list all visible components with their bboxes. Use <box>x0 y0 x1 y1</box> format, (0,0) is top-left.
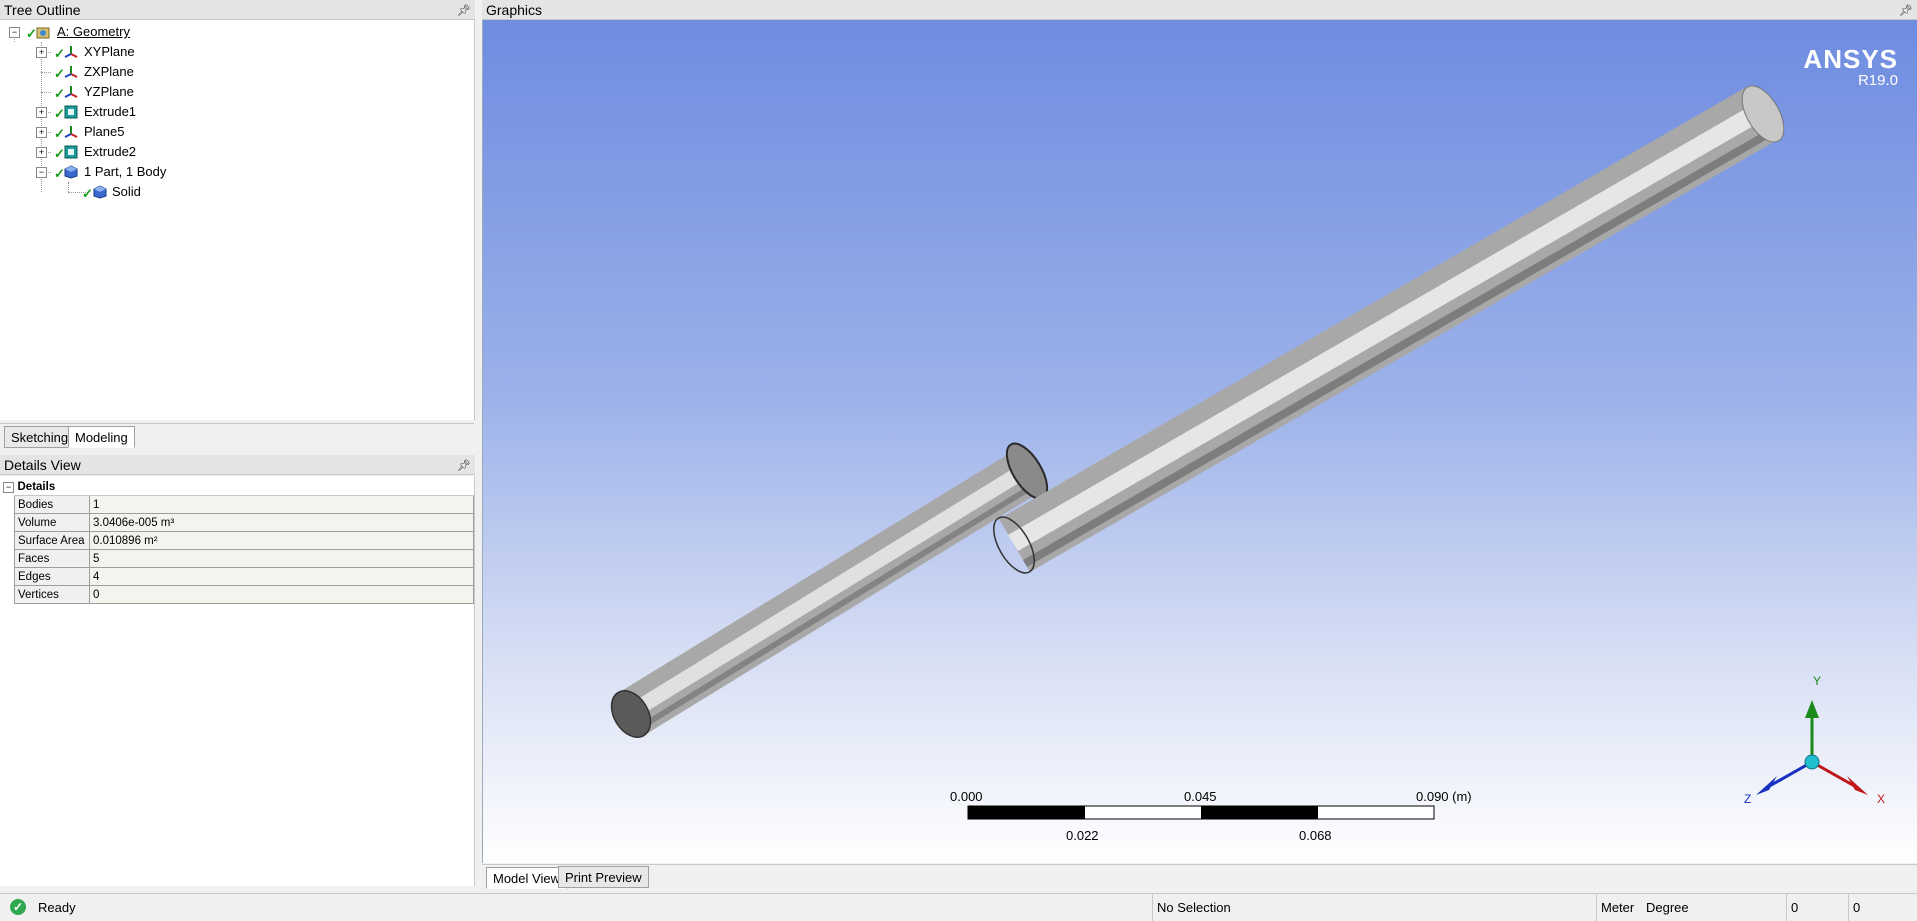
length-unit[interactable]: Meter <box>1596 894 1644 921</box>
details-section-title: Details <box>14 478 474 496</box>
tab-modeling[interactable]: Modeling <box>68 426 135 448</box>
parts-icon <box>64 165 78 179</box>
check-icon: ✓ <box>82 186 93 201</box>
tree-item-extrude2[interactable]: + ✓ Extrude2 <box>0 142 470 162</box>
plane-axes-icon <box>64 86 78 98</box>
tree-item-label: Plane5 <box>84 124 125 139</box>
scale-label: 0.045 <box>1184 789 1217 804</box>
detail-value[interactable]: 5 <box>89 549 474 568</box>
detail-name: Faces <box>14 549 90 568</box>
ready-check-icon: ✓ <box>10 899 26 915</box>
details-table: Details Bodies 1 Volume 3.0406e-005 m³ S… <box>14 478 474 604</box>
tree-tabs: Sketching Modeling <box>0 423 474 450</box>
table-row[interactable]: Volume 3.0406e-005 m³ <box>14 513 474 532</box>
tree-item-label: YZPlane <box>84 84 134 99</box>
selection-status: No Selection <box>1152 894 1596 921</box>
triad-x-label: X <box>1877 792 1886 806</box>
shaft-model[interactable] <box>604 79 1793 744</box>
tree-item-label: 1 Part, 1 Body <box>84 164 167 179</box>
collapse-icon[interactable]: − <box>3 482 14 493</box>
tree-item-label: Extrude2 <box>84 144 137 159</box>
tab-sketching[interactable]: Sketching <box>4 426 76 448</box>
status-value: 0 <box>1786 894 1848 921</box>
details-view-title: Details View <box>4 457 81 473</box>
detail-name: Surface Area <box>14 531 90 550</box>
tree-item-xyplane[interactable]: + ✓ XYPlane <box>0 42 470 62</box>
status-text: Ready <box>38 900 76 915</box>
expand-icon[interactable]: + <box>36 147 47 158</box>
angle-unit[interactable]: Degree <box>1642 894 1786 921</box>
ansys-version: R19.0 <box>1857 72 1898 89</box>
scale-label: 0.068 <box>1299 828 1332 843</box>
detail-value[interactable]: 1 <box>89 495 474 514</box>
table-row[interactable]: Faces 5 <box>14 549 474 568</box>
detail-name: Edges <box>14 567 90 586</box>
tree-item-plane5[interactable]: + ✓ Plane5 <box>0 122 470 142</box>
graphics-tabs: Model View Print Preview <box>482 864 1917 891</box>
detail-value[interactable]: 0 <box>89 585 474 604</box>
geometry-icon <box>36 27 50 39</box>
detail-value[interactable]: 4 <box>89 567 474 586</box>
axis-triad[interactable] <box>1756 700 1868 795</box>
expand-icon[interactable]: + <box>36 47 47 58</box>
detail-name: Vertices <box>14 585 90 604</box>
details-section-row: Details <box>14 478 474 496</box>
scale-label: 0.022 <box>1066 828 1099 843</box>
graphics-title: Graphics <box>486 2 543 18</box>
tree-outline: − ✓ A: Geometry + ✓ XYPlane ✓ ZXPlane ✓ <box>0 20 475 420</box>
details-view-header: Details View 📌︎ <box>0 455 475 475</box>
tree-item-extrude1[interactable]: + ✓ Extrude1 <box>0 102 470 122</box>
detail-value[interactable]: 0.010896 m² <box>89 531 474 550</box>
table-row[interactable]: Surface Area 0.010896 m² <box>14 531 474 550</box>
table-row[interactable]: Edges 4 <box>14 567 474 586</box>
tree-item-label: Solid <box>112 184 141 199</box>
pin-icon[interactable]: 📌︎ <box>457 1 471 21</box>
tree-item-parts[interactable]: − ✓ 1 Part, 1 Body <box>0 162 470 182</box>
tree-item-yzplane[interactable]: ✓ YZPlane <box>0 82 470 102</box>
collapse-icon[interactable]: − <box>36 167 47 178</box>
pin-icon[interactable]: 📌︎ <box>457 456 471 476</box>
extrude-icon <box>64 145 78 159</box>
detail-value[interactable]: 3.0406e-005 m³ <box>89 513 474 532</box>
solid-body-icon <box>93 185 107 199</box>
triad-z-label: Z <box>1744 792 1752 806</box>
tab-print-preview[interactable]: Print Preview <box>558 866 649 888</box>
scale-label: 0.000 <box>950 789 983 804</box>
collapse-icon[interactable]: − <box>9 27 20 38</box>
details-view: − Details Bodies 1 Volume 3.0406e-005 m³… <box>0 476 475 886</box>
expand-icon[interactable]: + <box>36 127 47 138</box>
tree-item-label: XYPlane <box>84 44 135 59</box>
scale-label: 0.090 (m) <box>1416 789 1472 804</box>
plane-axes-icon <box>64 46 78 58</box>
extrude-icon <box>64 105 78 119</box>
model-canvas[interactable] <box>483 20 1917 863</box>
pin-icon[interactable]: 📌︎ <box>1899 1 1913 21</box>
scale-bar <box>967 805 1435 820</box>
expand-icon[interactable]: + <box>36 107 47 118</box>
tab-model-view[interactable]: Model View <box>486 867 567 889</box>
tree-item-label: Extrude1 <box>84 104 137 119</box>
graphics-viewport[interactable]: ANSYS R19.0 0.000 0.045 0.090 (m) 0.022 … <box>482 20 1917 863</box>
tree-outline-header: Tree Outline 📌︎ <box>0 0 475 20</box>
tree-item-solid[interactable]: ✓ Solid <box>0 182 470 202</box>
tree-item-zxplane[interactable]: ✓ ZXPlane <box>0 62 470 82</box>
tree-item-label: ZXPlane <box>84 64 134 79</box>
table-row[interactable]: Vertices 0 <box>14 585 474 604</box>
status-bar: ✓ Ready No Selection Meter Degree 0 0 <box>0 893 1917 921</box>
tree-item-geometry[interactable]: − ✓ A: Geometry <box>0 22 470 42</box>
status-value: 0 <box>1848 894 1917 921</box>
tree-item-label: A: Geometry <box>57 24 130 39</box>
plane-axes-icon <box>64 126 78 138</box>
plane-axes-icon <box>64 66 78 78</box>
detail-name: Bodies <box>14 495 90 514</box>
tree-outline-title: Tree Outline <box>4 2 81 18</box>
ansys-logo: ANSYS <box>1803 44 1898 74</box>
table-row[interactable]: Bodies 1 <box>14 495 474 514</box>
detail-name: Volume <box>14 513 90 532</box>
triad-y-label: Y <box>1813 674 1822 688</box>
graphics-header: Graphics 📌︎ <box>482 0 1917 20</box>
